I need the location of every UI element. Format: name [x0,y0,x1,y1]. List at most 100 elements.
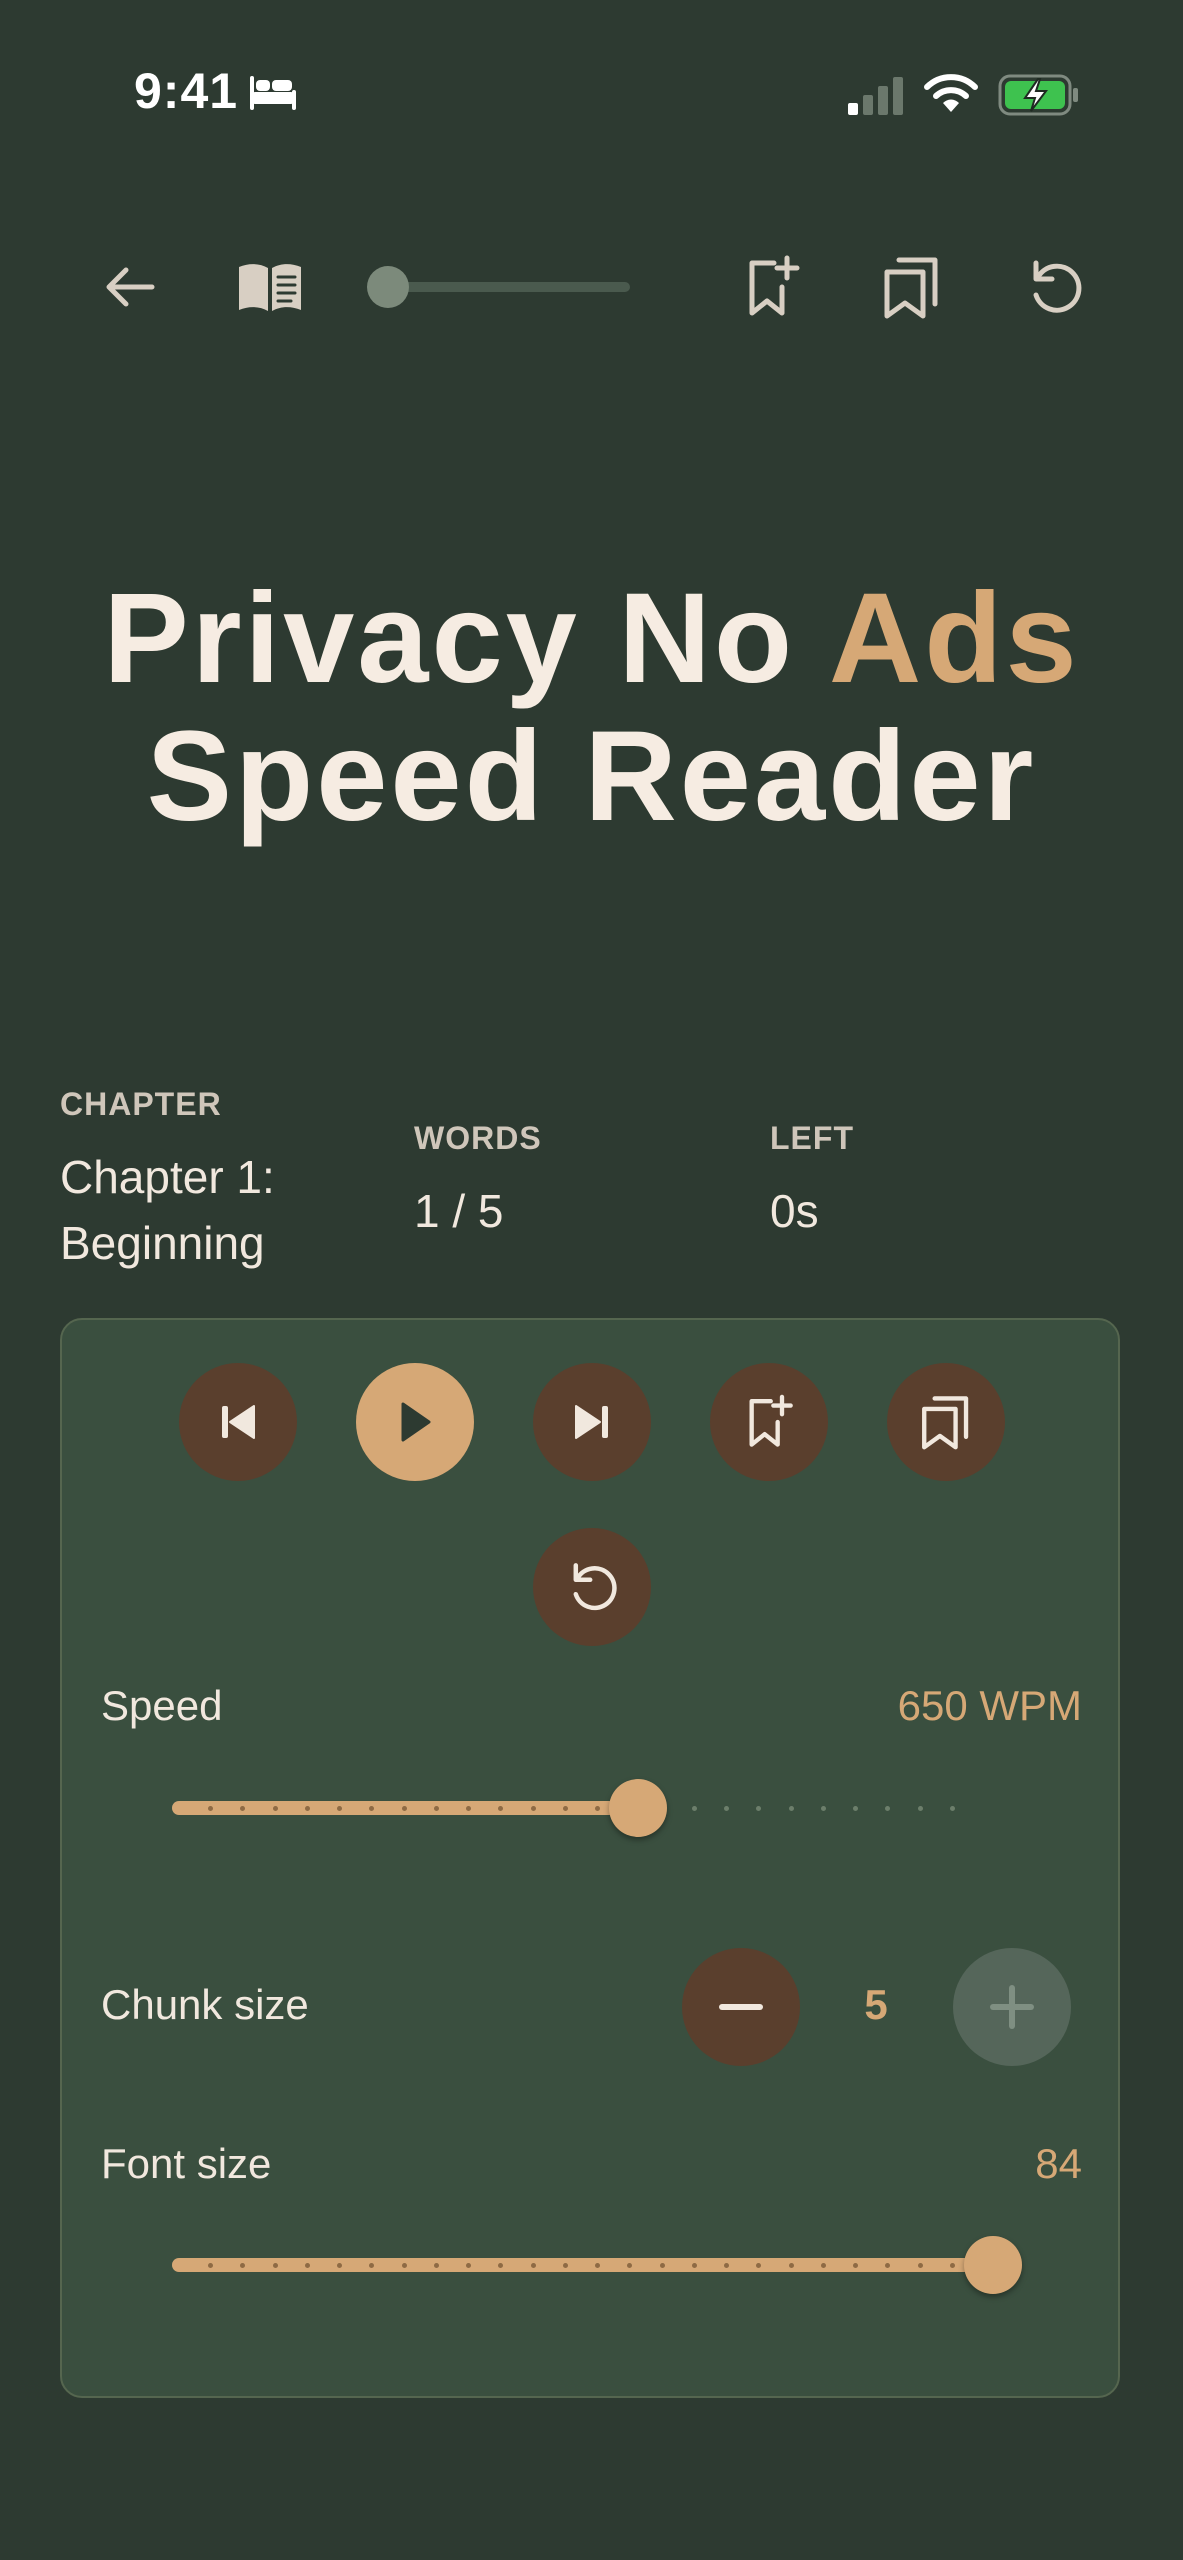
reading-progress-thumb[interactable] [367,266,409,308]
slider-tick [401,2263,407,2268]
speed-label: Speed [101,1682,223,1729]
chunk-increase-button[interactable] [953,1948,1071,2066]
table-of-contents-button[interactable] [230,247,310,327]
chunk-decrease-button[interactable] [682,1948,800,2066]
slider-tick [240,2263,246,2268]
panel-add-bookmark-button[interactable] [710,1363,828,1481]
slider-tick [949,2263,955,2268]
skip-previous-icon [222,1405,255,1439]
font-size-slider[interactable] [172,2235,1022,2295]
slider-tick [304,1806,310,1811]
slider-tick [917,2263,923,2268]
speed-value: 650 WPM [897,1682,1082,1729]
slider-tick [433,1806,439,1811]
slider-tick [691,1806,697,1811]
restart-button[interactable] [1014,247,1094,327]
slider-tick [788,1806,794,1811]
font-size-slider-dots [172,2235,1008,2295]
slider-tick [208,1806,214,1811]
slider-tick [724,2263,730,2268]
minus-icon [719,2004,763,2010]
panel-restart-button[interactable] [533,1528,651,1646]
slider-tick [498,2263,504,2268]
restart-icon [1033,260,1082,313]
next-chunk-button[interactable] [533,1363,651,1481]
title-line-1: Privacy No Ads [0,570,1183,708]
slider-tick [272,1806,278,1811]
slider-tick [595,2263,601,2268]
bookmarks-button[interactable] [872,247,952,327]
previous-chunk-button[interactable] [179,1363,297,1481]
slider-tick [304,2263,310,2268]
cellular-signal-icon [848,75,906,120]
slider-tick [788,2263,794,2268]
slider-tick [885,2263,891,2268]
speed-slider-dots [172,1778,1008,1838]
slider-tick [885,1806,891,1811]
battery-charging-icon [998,74,1080,121]
speed-slider[interactable] [172,1778,1008,1838]
chapter-value-line-1: Chapter 1: [60,1151,275,1203]
title-line-2: Speed Reader [146,705,1037,848]
reading-progress-track[interactable] [380,282,630,292]
book-open-icon [239,264,301,311]
title-text: Privacy No [103,567,829,710]
skip-next-icon [575,1405,608,1439]
back-button[interactable] [90,247,170,327]
bed-icon [248,76,298,115]
bookmarks-icon [884,257,938,319]
slider-tick [208,2263,214,2268]
slider-tick [853,1806,859,1811]
add-bookmark-button[interactable] [732,247,812,327]
chapter-value: Chapter 1: Beginning [60,1144,275,1276]
slider-tick [530,1806,536,1811]
slider-tick [433,2263,439,2268]
slider-tick [595,1806,601,1811]
slider-tick [337,1806,343,1811]
slider-tick [530,2263,536,2268]
time-left-label: LEFT [770,1120,854,1156]
play-icon [401,1402,431,1442]
bookmarks-icon [922,1396,969,1450]
slider-tick [466,1806,472,1811]
slider-tick [756,2263,762,2268]
chapter-label: CHAPTER [60,1086,222,1122]
slider-tick [240,1806,246,1811]
chapter-value-line-2: Beginning [60,1217,265,1269]
status-time: 9:41 [134,63,239,119]
slider-tick [369,1806,375,1811]
slider-tick [820,1806,826,1811]
slider-tick [917,1806,923,1811]
font-size-label: Font size [101,2140,272,2187]
restart-icon [573,1563,617,1611]
words-value: 1 / 5 [414,1185,504,1237]
slider-tick [627,2263,633,2268]
reader-title: Privacy No Ads Speed Reader [0,570,1183,846]
slider-tick [337,2263,343,2268]
wifi-icon [924,72,978,119]
font-size-slider-thumb[interactable] [964,2236,1022,2294]
slider-tick [724,1806,730,1811]
slider-tick [401,1806,407,1811]
slider-tick [466,2263,472,2268]
slider-tick [562,1806,568,1811]
slider-tick [369,2263,375,2268]
time-left-value: 0s [770,1185,819,1237]
panel-bookmarks-button[interactable] [887,1363,1005,1481]
slider-tick [272,2263,278,2268]
bookmark-add-icon [749,255,800,316]
slider-tick [949,1806,955,1811]
slider-tick [562,2263,568,2268]
back-arrow-icon [106,267,155,307]
play-button[interactable] [356,1363,474,1481]
title-accent: Ads [828,567,1080,710]
speed-slider-thumb[interactable] [609,1779,668,1837]
words-label: WORDS [414,1120,542,1156]
slider-tick [659,2263,665,2268]
slider-tick [853,2263,859,2268]
slider-tick [691,2263,697,2268]
slider-tick [756,1806,762,1811]
slider-tick [498,1806,504,1811]
chunk-size-label: Chunk size [101,1981,309,2028]
bookmark-add-icon [749,1394,793,1447]
